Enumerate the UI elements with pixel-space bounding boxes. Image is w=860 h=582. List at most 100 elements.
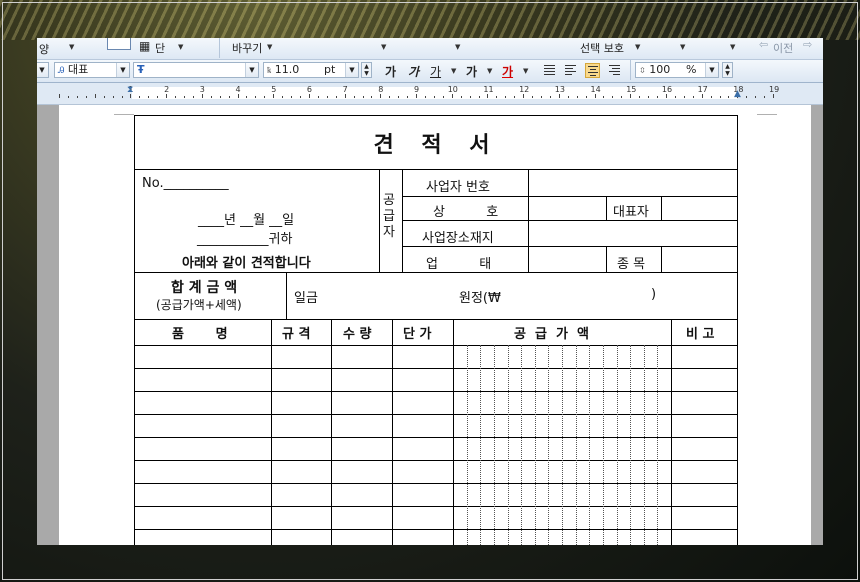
forward-arrow-icon[interactable]: ⇨ [803, 38, 812, 51]
ruler-tick [532, 96, 533, 98]
chevron-down-icon[interactable]: ▼ [730, 43, 735, 51]
ruler-tick [210, 96, 212, 98]
column-header-spec[interactable]: 규 격 [282, 323, 310, 342]
quote-number-label[interactable]: No.__________ [142, 176, 229, 191]
previous-button[interactable]: 이전 [773, 40, 793, 56]
style-dropdown-tail[interactable]: ▼ [37, 62, 49, 78]
chevron-down-icon[interactable]: ▼ [455, 43, 460, 51]
table-icon[interactable]: ▦ [139, 39, 150, 53]
right-indent-marker-icon[interactable]: ▲ [734, 89, 741, 99]
chevron-down-icon[interactable]: ▼ [523, 67, 528, 75]
ruler-tick [112, 96, 114, 98]
column-header-quantity[interactable]: 수 량 [343, 323, 371, 342]
right-align-icon[interactable] [607, 63, 622, 78]
italic-button[interactable]: 가 [408, 63, 419, 80]
total-amount-sub-label[interactable]: (공급가액+세액) [156, 296, 242, 313]
ruler-tick [166, 94, 168, 98]
ruler-tick [773, 94, 774, 98]
business-category-label[interactable]: 종 목 [617, 253, 645, 272]
chevron-down-icon[interactable]: ▼ [451, 67, 456, 75]
digit-separator-line [534, 345, 536, 545]
ruler-tick [728, 96, 730, 98]
document-title[interactable]: 견 적 서 [134, 127, 739, 159]
chevron-down-icon: ▼ [345, 63, 358, 77]
column-label[interactable]: 단 [155, 40, 165, 56]
chevron-down-icon: ▼ [116, 63, 129, 77]
company-name-label[interactable]: 상 호 [433, 201, 498, 220]
supplier-label[interactable]: 공 급 자 [383, 193, 395, 241]
text-color-button[interactable]: 가 [502, 63, 513, 80]
digit-separator-line [643, 345, 645, 545]
back-arrow-icon[interactable]: ⇦ [759, 38, 768, 51]
quotation-table: 견 적 서 No.__________ ____년 __월 __일 ______… [134, 115, 739, 545]
ruler-tick [585, 96, 587, 98]
ruler-tick [398, 96, 400, 98]
date-line[interactable]: ____년 __월 __일 [198, 209, 294, 228]
ruler-tick [344, 94, 346, 98]
chevron-down-icon[interactable]: ▼ [680, 43, 685, 51]
chevron-down-icon: ▼ [245, 63, 258, 77]
ruler-tick [621, 96, 623, 98]
ruler-tick [442, 96, 444, 98]
column-header-remarks[interactable]: 비 고 [686, 323, 714, 342]
business-number-label[interactable]: 사업자 번호 [426, 176, 490, 195]
style-select-value: 대표 [68, 63, 89, 76]
font-size-spinner[interactable]: ▲ ▼ [361, 62, 372, 78]
business-type-label[interactable]: 업 태 [426, 253, 491, 272]
total-won-label[interactable]: 원정(₩ [459, 287, 501, 306]
zoom-select[interactable]: ⇳ 100 % ▼ [635, 62, 719, 78]
column-header-unit-price[interactable]: 단 가 [403, 323, 431, 342]
replace-button[interactable]: 바꾸기 [232, 40, 262, 56]
justify-align-icon[interactable] [542, 63, 557, 78]
ruler-tick [755, 96, 757, 98]
document-page[interactable]: 견 적 서 No.__________ ____년 __월 __일 ______… [59, 105, 811, 545]
column-header-item[interactable]: 품 명 [172, 323, 228, 342]
quote-statement[interactable]: 아래와 같이 견적합니다 [182, 252, 311, 271]
left-indent-marker-icon[interactable]: ⧗ [127, 85, 133, 95]
horizontal-ruler[interactable]: 1 2 3 4 5 6 7 8 9 10 11 12 13 14 15 16 17 18 19 ⧗ ▲ [37, 83, 823, 105]
digit-separator-line [589, 345, 591, 545]
ruler-tick [255, 96, 257, 98]
page-layout-icon[interactable] [107, 38, 131, 50]
style-icon: Ꭿ [58, 66, 65, 76]
center-align-icon[interactable] [585, 63, 600, 78]
recipient-line[interactable]: ___________귀하 [197, 228, 292, 247]
outline-button[interactable]: 가 [466, 63, 477, 80]
select-protect-button[interactable]: 선택 보호 [580, 40, 624, 56]
zoom-spinner[interactable]: ▲ ▼ [722, 62, 733, 78]
digit-separator-line [602, 345, 604, 545]
left-align-icon[interactable] [563, 63, 578, 78]
ruler-tick [157, 96, 159, 98]
chevron-down-icon[interactable]: ▼ [635, 43, 640, 51]
style-select[interactable]: Ꭿ 대표 ▼ [54, 62, 130, 78]
ruler-tick [630, 94, 632, 98]
digit-separator-line [493, 345, 495, 545]
ruler-number: 4 [235, 85, 241, 94]
digit-separator-line [562, 345, 563, 545]
ruler-tick [648, 96, 650, 98]
chevron-down-icon[interactable]: ▼ [267, 43, 272, 51]
total-close-paren[interactable]: ) [651, 287, 656, 302]
ruler-tick [451, 94, 453, 98]
chevron-down-icon[interactable]: ▼ [178, 43, 183, 51]
document-canvas[interactable]: 견 적 서 No.__________ ____년 __월 __일 ______… [37, 105, 823, 545]
ruler-tick [291, 96, 293, 98]
font-size-select[interactable]: ꝅ 11.0 pt ▼ [263, 62, 359, 78]
ruler-number: 16 [661, 85, 673, 94]
font-type-icon: Ŧ [137, 63, 145, 76]
total-in-words-label[interactable]: 일금 [294, 287, 318, 306]
chevron-down-icon[interactable]: ▼ [381, 43, 386, 51]
total-amount-label[interactable]: 합 계 금 액 [171, 277, 237, 297]
column-header-supply-amount[interactable]: 공 급 가 액 [514, 323, 589, 342]
margin-marker [757, 114, 777, 115]
ceo-label[interactable]: 대표자 [613, 201, 649, 220]
chevron-down-icon[interactable]: ▼ [487, 67, 492, 75]
chevron-down-icon[interactable]: ▼ [69, 43, 74, 51]
bold-button[interactable]: 가 [385, 63, 396, 80]
business-address-label[interactable]: 사업장소재지 [422, 227, 494, 246]
word-processor-window: 양 ▼ ▦ 단 ▼ 바꾸기 ▼ ▼ ▼ 선택 보호 ▼ ▼ ▼ ⇦ 이전 ⇨ ▼… [37, 38, 823, 545]
ruler-tick [371, 96, 373, 98]
font-select[interactable]: Ŧ ▼ [133, 62, 259, 78]
ruler-number: 8 [378, 85, 384, 94]
underline-button[interactable]: 가 [430, 63, 441, 80]
